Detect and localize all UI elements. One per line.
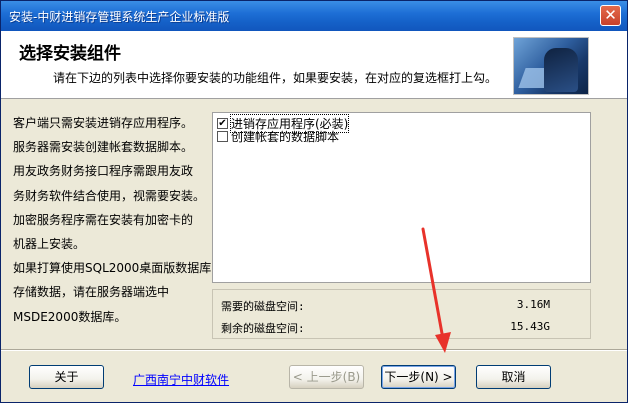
checkbox-unchecked-icon[interactable] (217, 130, 228, 142)
disk-required-label: 需要的磁盘空间: (221, 300, 305, 313)
next-button[interactable]: 下一步(N) > (381, 365, 456, 389)
close-button[interactable]: ✕ (600, 5, 621, 26)
description-line: 客户端只需安装进销存应用程序。 (13, 116, 194, 130)
about-button[interactable]: 关于 (29, 365, 104, 389)
description-line: 加密服务程序需在安装有加密卡的 (13, 212, 194, 227)
page-title: 选择安装组件 (19, 44, 121, 64)
header-image-figure (544, 48, 578, 92)
component-label: 创建帐套的数据脚本 (231, 129, 340, 144)
description-line: 用友政务财务接口程序需跟用友政 (13, 164, 194, 179)
disk-space-panel: 需要的磁盘空间: 3.16M 剩余的磁盘空间: 15.43G (212, 289, 591, 339)
page-subtitle: 请在下边的列表中选择你要安装的功能组件，如果要安装，在对应的复选框打上勾。 (53, 71, 498, 85)
vendor-link[interactable]: 广西南宁中财软件 (133, 371, 229, 388)
disk-remaining-row: 剩余的磁盘空间: 15.43G (221, 320, 550, 336)
disk-required-row: 需要的磁盘空间: 3.16M (221, 298, 550, 314)
description-line: 存储数据，请在服务器端选中 (13, 285, 170, 300)
disk-remaining-value: 15.43G (510, 320, 550, 333)
cancel-button[interactable]: 取消 (476, 365, 551, 389)
description-line: 机器上安装。 (13, 237, 86, 252)
description-line: 务财务软件结合使用，视需要安装。 (13, 188, 206, 203)
header-image (513, 37, 589, 95)
checkbox-checked-icon[interactable]: ✔ (217, 117, 228, 129)
installer-window: 安装-中财进销存管理系统生产企业标准版 ✕ 选择安装组件 请在下边的列表中选择你… (0, 0, 628, 403)
back-button[interactable]: < 上一步(B) (289, 365, 364, 389)
description-text: 客户端只需安装进销存应用程序。 服务器需安装创建帐套数据脚本。 用友政务财务接口… (13, 111, 213, 329)
disk-required-value: 3.16M (516, 298, 550, 311)
close-icon: ✕ (604, 6, 617, 24)
description-line: MSDE2000数据库。 (13, 309, 127, 324)
component-item-script[interactable]: 创建帐套的数据脚本 (217, 129, 340, 144)
footer-divider (1, 349, 627, 351)
description-line: 服务器需安装创建帐套数据脚本。 (13, 140, 194, 155)
window-title: 安装-中财进销存管理系统生产企业标准版 (9, 10, 230, 24)
component-list: ✔ 进销存应用程序(必装) 创建帐套的数据脚本 (212, 112, 591, 283)
header-panel: 选择安装组件 请在下边的列表中选择你要安装的功能组件，如果要安装，在对应的复选框… (1, 31, 627, 99)
disk-remaining-label: 剩余的磁盘空间: (221, 322, 305, 335)
description-line: 如果打算使用SQL2000桌面版数据库 (13, 261, 212, 276)
title-bar[interactable]: 安装-中财进销存管理系统生产企业标准版 ✕ (1, 1, 627, 31)
